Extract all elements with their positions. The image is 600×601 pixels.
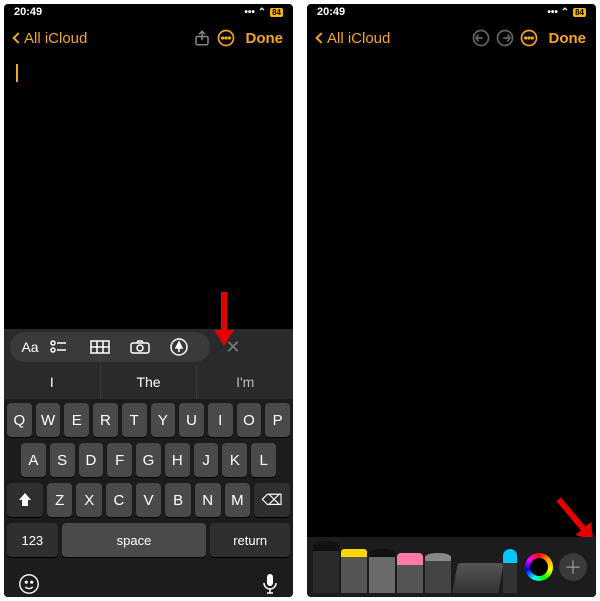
status-time: 20:49 [14,6,42,18]
markup-toolbar: ＋ [307,537,596,597]
suggestion[interactable]: I'm [197,365,293,399]
status-bar: 20:49 ••• ⌃ 84 [4,4,293,20]
eraser-tool[interactable] [397,553,423,593]
text-format-button[interactable]: Aa [10,339,50,355]
checklist-button[interactable] [50,340,90,354]
key[interactable]: Z [47,483,73,517]
back-button[interactable]: All iCloud [317,30,390,47]
ruler-tool[interactable] [455,553,501,593]
shift-key[interactable] [7,483,43,517]
key[interactable]: G [136,443,161,477]
undo-icon[interactable] [469,26,493,50]
key[interactable]: O [237,403,262,437]
redo-icon[interactable] [493,26,517,50]
done-button[interactable]: Done [246,30,284,47]
key[interactable]: N [195,483,221,517]
numbers-key[interactable]: 123 [7,523,58,557]
key[interactable]: E [64,403,89,437]
chevron-left-icon [12,32,23,43]
key[interactable]: A [21,443,46,477]
keyboard-bottom [4,569,293,597]
markup-button[interactable] [170,338,210,356]
key[interactable]: D [79,443,104,477]
camera-button[interactable] [130,340,170,354]
phone-right-notes-markup: 20:49 ••• ⌃ 84 All iCloud Done [307,4,596,597]
key[interactable]: I [208,403,233,437]
key[interactable]: L [251,443,276,477]
key[interactable]: T [122,403,147,437]
key[interactable]: C [106,483,132,517]
key[interactable]: Q [7,403,32,437]
delete-key[interactable]: ⌫ [254,483,290,517]
space-key[interactable]: space [62,523,207,557]
key[interactable]: M [225,483,251,517]
keyboard: Q W E R T Y U I O P A S D F G H J K L Z [4,399,293,569]
nav-bar: All iCloud Done [307,20,596,56]
return-key[interactable]: return [210,523,290,557]
key[interactable]: R [93,403,118,437]
status-time: 20:49 [317,6,345,18]
key[interactable]: P [265,403,290,437]
pencil-tool[interactable] [369,549,395,593]
key[interactable]: B [165,483,191,517]
note-content[interactable] [4,56,293,329]
key[interactable]: J [194,443,219,477]
key[interactable]: K [222,443,247,477]
chevron-left-icon [315,32,326,43]
more-icon[interactable] [214,26,238,50]
status-right: ••• ⌃ 84 [547,7,586,18]
key[interactable]: W [36,403,61,437]
suggestion-bar: I The I'm [4,365,293,399]
dictation-button[interactable] [261,573,279,595]
status-bar: 20:49 ••• ⌃ 84 [307,4,596,20]
emoji-button[interactable] [18,573,40,595]
table-button[interactable] [90,340,130,354]
add-tool-button[interactable]: ＋ [559,553,587,581]
key[interactable]: F [107,443,132,477]
key[interactable]: U [179,403,204,437]
key[interactable]: S [50,443,75,477]
suggestion[interactable]: I [4,365,101,399]
status-right: ••• ⌃ 84 [244,7,283,18]
key[interactable]: Y [151,403,176,437]
drawing-canvas[interactable] [307,56,596,537]
marker-tool[interactable] [341,549,367,593]
nav-bar: All iCloud Done [4,20,293,56]
back-button[interactable]: All iCloud [14,30,87,47]
color-picker[interactable] [525,553,553,581]
more-icon[interactable] [517,26,541,50]
share-icon[interactable] [190,26,214,50]
toolbar-pill: Aa [10,332,210,362]
key[interactable]: V [136,483,162,517]
key[interactable]: H [165,443,190,477]
done-button[interactable]: Done [549,30,587,47]
brush-tool[interactable] [503,549,517,593]
phone-left-notes-keyboard: 20:49 ••• ⌃ 84 All iCloud Done Aa [4,4,293,597]
toolbar-close-button[interactable]: ✕ [216,337,250,358]
pen-tool[interactable] [313,541,339,593]
key[interactable]: X [76,483,102,517]
suggestion[interactable]: The [101,365,198,399]
text-cursor [16,64,18,82]
lasso-tool[interactable] [425,553,451,593]
keyboard-toolbar: Aa ✕ [4,329,293,365]
